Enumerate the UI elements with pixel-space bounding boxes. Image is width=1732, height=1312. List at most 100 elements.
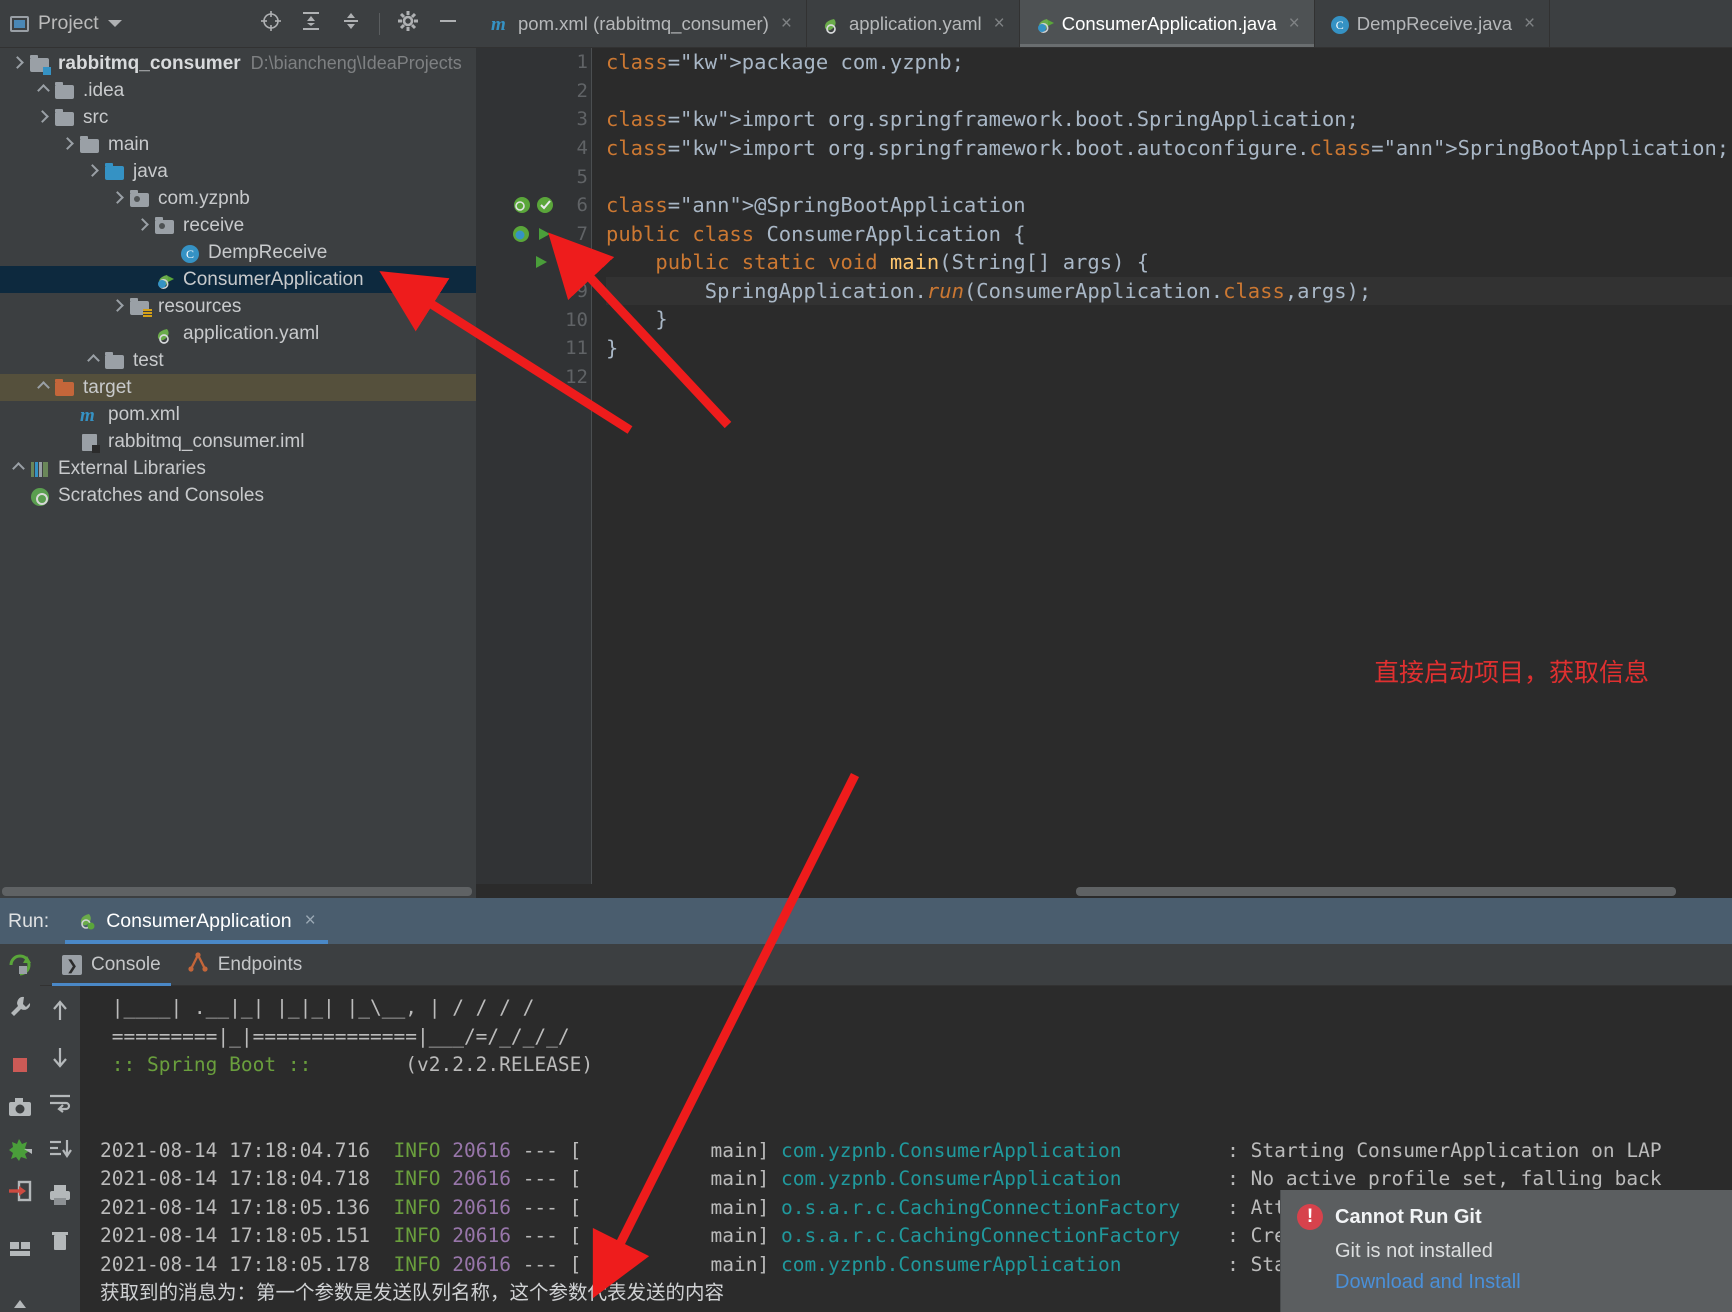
chevron-down-icon[interactable] [60,137,76,153]
scroll-down-icon[interactable] [47,1044,73,1070]
layout-icon[interactable] [7,1236,33,1262]
hide-icon[interactable] [436,9,460,38]
chevron-right-icon[interactable] [35,83,51,99]
tree-item-application-yaml[interactable]: application.yaml [0,320,476,347]
code-line[interactable]: class="kw">import org.springframework.bo… [606,105,1732,134]
code-line[interactable]: } [606,334,1732,363]
chevron-right-icon[interactable] [35,380,51,396]
tree-item-com-yzpnb[interactable]: com.yzpnb [0,185,476,212]
gutter-line-7[interactable]: 7 [476,220,592,249]
code-content[interactable]: class="kw">package com.yzpnb; class="kw"… [592,48,1732,884]
chevron-down-icon[interactable] [110,191,126,207]
scrollbar-thumb[interactable] [1076,887,1676,896]
gutter-line-1[interactable]: 1 [476,48,592,77]
code-line[interactable] [606,162,1732,191]
expand-icon[interactable] [299,9,323,38]
close-icon[interactable]: × [305,910,316,932]
notification-download-link[interactable]: Download and Install [1335,1271,1716,1294]
camera-icon[interactable] [7,1094,33,1120]
gutter-line-10[interactable]: 10- [476,305,606,334]
pin-icon[interactable] [7,1294,33,1312]
gear-icon[interactable] [396,9,420,38]
code-line[interactable]: class="kw">package com.yzpnb; [606,48,1732,77]
console-tab-strip[interactable]: ❯ Console Endpoints [40,944,1732,986]
code-line[interactable] [606,77,1732,106]
tree-item-main[interactable]: main [0,131,476,158]
chevron-down-icon[interactable] [107,20,122,27]
project-title-group[interactable]: Project [10,12,122,35]
editor-tab-consumerapplication-java[interactable]: ConsumerApplication.java × [1019,0,1315,47]
tree-item-java[interactable]: java [0,158,476,185]
scroll-to-end-icon[interactable] [47,1136,73,1162]
gutter-line-4[interactable]: 4- [476,134,606,163]
editor-tab-application-yaml[interactable]: application.yaml × [807,0,1020,47]
scroll-up-icon[interactable] [47,998,73,1024]
gutter-line-3[interactable]: 3- [476,105,606,134]
gutter-run-icons[interactable] [512,220,553,249]
gutter-line-2[interactable]: 2 [476,77,592,106]
tree-item-consumerapplication[interactable]: ConsumerApplication [0,266,476,293]
debug-icon[interactable] [7,1136,33,1162]
gutter-line-6[interactable]: 6 [476,191,592,220]
locate-icon[interactable] [259,9,283,38]
print-icon[interactable] [47,1182,73,1208]
tree-item-scratches-and-consoles[interactable]: Scratches and Consoles [0,482,476,509]
code-editor[interactable]: 123-4-5678910-1112 class="kw">package co… [476,48,1732,884]
notification-cannot-run-git[interactable]: ! Cannot Run Git Git is not installed Do… [1280,1190,1732,1312]
close-icon[interactable]: × [1289,13,1300,35]
tree-item-rabbitmq-consumer-iml[interactable]: rabbitmq_consumer.iml [0,428,476,455]
exit-icon[interactable] [7,1178,33,1204]
editor-gutter[interactable]: 123-4-5678910-1112 [476,48,606,884]
tree-item-receive[interactable]: receive [0,212,476,239]
gutter-line-5[interactable]: 5 [476,162,592,191]
chevron-down-icon[interactable] [110,299,126,315]
soft-wrap-icon[interactable] [47,1090,73,1116]
tree-item-resources[interactable]: resources [0,293,476,320]
sidebar-horizontal-scrollbar[interactable] [0,884,476,898]
chevron-right-icon[interactable] [10,461,26,477]
code-line[interactable]: SpringApplication.run(ConsumerApplicatio… [606,276,1732,306]
chevron-down-icon[interactable] [35,110,51,126]
chevron-down-icon[interactable] [135,218,151,234]
gutter-run-main-icon[interactable] [532,248,550,277]
code-line[interactable]: class="ann">@SpringBootApplication [606,191,1732,220]
rerun-icon[interactable] [7,952,33,978]
gutter-line-12[interactable]: 12 [476,363,592,392]
console-tab-endpoints[interactable]: Endpoints [187,944,302,986]
editor-tab-pom-xml[interactable]: m pom.xml (rabbitmq_consumer) × [476,0,807,47]
wrench-icon[interactable] [7,994,33,1020]
collapse-all-icon[interactable] [339,9,363,38]
gutter-line-8[interactable]: 8 [476,248,592,277]
close-icon[interactable]: × [1524,13,1535,35]
tree-item-target[interactable]: target [0,374,476,401]
run-tab-consumerapplication[interactable]: ConsumerApplication × [65,898,329,944]
tree-item-dempreceive[interactable]: C DempReceive [0,239,476,266]
tree-item-external-libraries[interactable]: External Libraries [0,455,476,482]
tree-item-pom-xml[interactable]: m pom.xml [0,401,476,428]
chevron-down-icon[interactable] [85,164,101,180]
code-line[interactable]: public class ConsumerApplication { [606,220,1732,249]
gutter-line-9[interactable]: 9 [476,277,592,306]
chevron-down-icon[interactable] [10,56,26,72]
tree-item-rabbitmq-consumer[interactable]: rabbitmq_consumer D:\biancheng\IdeaProjec… [0,50,476,77]
editor-tabbar[interactable]: m pom.xml (rabbitmq_consumer) × application… [476,0,1732,48]
code-line[interactable]: public static void main(String[] args) { [606,248,1732,277]
close-icon[interactable]: × [994,13,1005,35]
code-line[interactable]: } [606,305,1732,334]
editor-horizontal-scrollbar[interactable] [476,884,1732,898]
tree-item-src[interactable]: src [0,104,476,131]
editor-tab-dempreceive-java[interactable]: C DempReceive.java × [1315,0,1551,47]
code-line[interactable] [606,363,1732,392]
project-tree[interactable]: rabbitmq_consumer D:\biancheng\IdeaProjec… [0,48,476,509]
gutter-bean-icons[interactable] [512,191,555,220]
code-line[interactable]: class="kw">import org.springframework.bo… [606,134,1732,163]
tree-item-idea[interactable]: .idea [0,77,476,104]
gutter-line-11[interactable]: 11 [476,334,592,363]
trash-icon[interactable] [47,1228,73,1254]
close-icon[interactable]: × [781,13,792,35]
stop-icon[interactable] [7,1052,33,1078]
console-tab-console[interactable]: ❯ Console [52,944,171,986]
chevron-right-icon[interactable] [85,353,101,369]
scrollbar-thumb[interactable] [2,887,472,896]
tree-item-test[interactable]: test [0,347,476,374]
